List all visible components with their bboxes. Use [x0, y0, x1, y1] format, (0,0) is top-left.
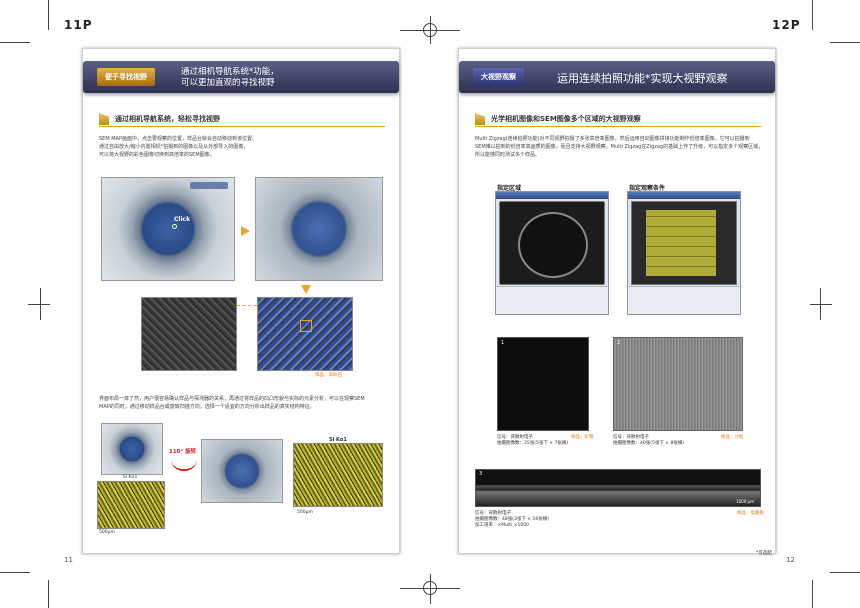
sample-holder [518, 212, 588, 278]
paragraph-line: 所以能够同时测试多个样品。 [475, 152, 541, 158]
crop-mark [28, 304, 50, 305]
arrow-right-icon [241, 226, 250, 236]
sem-map-rotated [201, 439, 283, 503]
left-subheading: 通过相机导航系统，轻松寻找视野 [99, 111, 385, 127]
heading-marker-icon [475, 113, 485, 125]
image-number: 3 [479, 471, 483, 477]
scale-bar-small: 500μm [99, 530, 115, 535]
crop-mark [820, 288, 821, 320]
stage-dropdown [190, 182, 228, 189]
window-controls [496, 286, 608, 314]
crop-mark [812, 580, 813, 608]
sem-result-mineral: 1 [497, 337, 589, 431]
right-subheading-text: 光学相机图像和SEM图像多个区域的大视野观察 [491, 115, 641, 123]
zigzag-window-area: Zigzag image select mode [495, 191, 609, 315]
paragraph-line: 通过自由放大/缩小内置相机*拍摄到的图像以及从外部导入的图像， [99, 144, 249, 150]
image-number: 2 [617, 340, 621, 346]
sample-label-mineral: 样品：矿物 [571, 435, 594, 440]
caption-3: 信号：背散射电子 拍摄图像数：48张(3张下 × 16张横) 加工倍率：×Mul… [475, 511, 549, 529]
caption-line: 加工倍率：×Multi ×1000 [475, 523, 529, 528]
sem-image-grayscale [141, 297, 237, 371]
crop-mark [48, 580, 49, 608]
grid-overlay [646, 210, 716, 276]
caption-1: 信号：背散射电子 拍摄图像数：35张(5张下 × 7张横) [497, 435, 568, 447]
sample-label-1: 样品：高岭石 [315, 373, 342, 378]
left-subheading-text: 通过相机导航系统，轻松寻找视野 [115, 115, 220, 123]
sem-result-sand: 2 [613, 337, 743, 431]
registration-mark [423, 581, 437, 595]
left-paragraph-1: SEM MAP画面中，点击要观察的位置，样品台就会自动移动到该位置。 通过自由放… [99, 135, 389, 159]
zoom-connector [237, 305, 257, 306]
rotation-label: 110° 旋转 [169, 449, 197, 455]
sem-map-thumb [101, 423, 163, 475]
caption-2: 信号：背散射电子 拍摄图像数：40张(5张下 × 8张横) [613, 435, 684, 447]
left-title-line: 可以更加直观的寻找视野 [181, 78, 275, 88]
paragraph-line: 界面布局一目了然，用户很容易确认样品与探测器的关系，再通过将样品的凹凸形貌与实际… [99, 396, 365, 402]
camera-view [499, 201, 605, 285]
folio-left: 11P [64, 18, 93, 32]
image-number: 1 [501, 340, 505, 346]
paragraph-line: Multi Zigzag(连续拍照功能)对不同视野拍摄了多张高倍率图像，然后运用… [475, 136, 750, 142]
paragraph-line: MAP的同时，通过移动样品台或旋转扫描方向，选择一个适宜的方向分析出样品的真实结… [99, 404, 315, 410]
scale-bar-strip: 1000 μm [736, 499, 754, 504]
left-banner: 便于寻找视野 通过相机导航系统*功能， 可以更加直观的寻找视野 [83, 61, 399, 93]
left-title: 通过相机导航系统*功能， 可以更加直观的寻找视野 [181, 67, 279, 89]
camera-view-grid [631, 201, 737, 285]
right-title: 运用连续拍照功能*实现大视野观察 [557, 72, 728, 85]
footnote: *可选配 [756, 551, 772, 556]
right-banner: 大视野观察 运用连续拍照功能*实现大视野观察 [459, 61, 775, 93]
page-number-right: 12 [786, 556, 795, 564]
sample-label-sand: 样品：沙粒 [721, 435, 744, 440]
sem-result-circuit-strip: 3 1000 μm [475, 469, 761, 507]
caption-line: 拍摄图像数：35张(5张下 × 7张横) [497, 441, 569, 446]
left-paragraph-2: 界面布局一目了然，用户很容易确认样品与探测器的关系，再通过将样品的凹凸形貌与实际… [99, 395, 391, 411]
right-paragraph-1: Multi Zigzag(连续拍照功能)对不同视野拍摄了多张高倍率图像，然后运用… [475, 135, 767, 159]
crosshair-icon [172, 224, 177, 229]
crop-mark [830, 42, 860, 43]
selection-box [300, 320, 312, 332]
crop-mark [0, 572, 30, 573]
paragraph-line: SEM难以拍到的低倍率高画质的图像，而且支持大视野观察。Multi Zigzag… [475, 144, 764, 150]
zigzag-window-condition: Zigzag image select mode [627, 191, 741, 315]
right-subheading: 光学相机图像和SEM图像多个区域的大视野观察 [475, 111, 761, 127]
crop-mark [0, 42, 30, 43]
registration-mark [423, 23, 437, 37]
left-tag: 便于寻找视野 [97, 68, 155, 86]
paragraph-line: SEM MAP画面中，点击要观察的位置，样品台就会自动移动到该位置。 [99, 136, 257, 142]
element-map-small [97, 481, 165, 529]
sample-label-circuit: 样品：电路板 [737, 511, 764, 516]
element-map-large [293, 443, 383, 507]
left-page: 便于寻找视野 通过相机导航系统*功能， 可以更加直观的寻找视野 通过相机导航系统… [82, 48, 400, 554]
crop-mark [810, 304, 832, 305]
page-number-left: 11 [64, 556, 73, 564]
window-controls [628, 286, 740, 314]
left-title-line: 通过相机导航系统*功能， [181, 67, 279, 77]
click-label: Click [174, 216, 191, 223]
crop-mark [48, 0, 49, 30]
arrow-down-icon [301, 285, 311, 294]
window-titlebar: Zigzag image select mode [628, 192, 740, 208]
heading-marker-icon [99, 113, 109, 125]
scale-bar-large: 500μm [297, 510, 313, 515]
sem-image-color [257, 297, 353, 371]
right-tag: 大视野观察 [473, 68, 524, 86]
rotation-arrow-icon [171, 459, 197, 471]
crop-mark [40, 288, 41, 320]
crop-mark [830, 572, 860, 573]
caption-line: 拍摄图像数：40张(5张下 × 8张横) [613, 441, 685, 446]
sem-map-screen-2 [255, 177, 383, 281]
crop-mark [812, 0, 813, 30]
sem-map-screen-1: Click [101, 177, 235, 281]
paragraph-line: 可以将大视野的彩色图像切换到高倍率的SEM图像。 [99, 152, 215, 158]
folio-right: 12P [772, 18, 801, 32]
window-titlebar: Zigzag image select mode [496, 192, 608, 208]
right-page: 大视野观察 运用连续拍照功能*实现大视野观察 光学相机图像和SEM图像多个区域的… [458, 48, 776, 554]
